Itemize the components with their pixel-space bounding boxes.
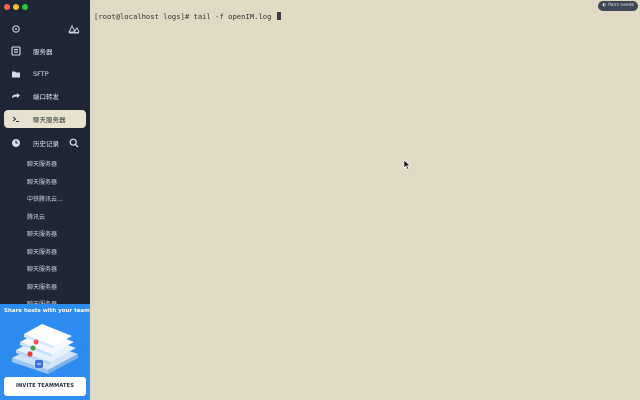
sidebar-item-chat-server[interactable]: 聊天服务器 [4,110,86,128]
history-item[interactable]: 聊天服务器 [0,279,90,297]
status-badge-label: Pairs needs [608,3,634,8]
new-host-icon[interactable] [67,22,81,36]
sidebar-item-label: SFTP [33,70,49,78]
history-item[interactable]: 聊天服务器 [0,261,90,279]
text-caret [276,12,281,20]
invite-teammates-button[interactable]: INVITE TEAMMATES [4,377,86,396]
history-list: 聊天服务器 聊天服务器 中铁腾讯云... 腾讯云 聊天服务器 聊天服务器 聊天服… [0,156,90,304]
settings-icon[interactable] [9,22,23,36]
history-header: 历史记录 [4,135,86,151]
terminal-pane[interactable]: [root@localhost logs]# tail -f openIM.lo… [90,0,640,400]
folder-icon [10,68,22,80]
sidebar-item-sftp[interactable]: SFTP [4,65,86,83]
status-badge[interactable]: ◐ Pairs needs [598,1,638,11]
history-label: 历史记录 [33,140,59,148]
close-window-button[interactable] [4,4,10,10]
history-item[interactable]: 聊天服务器 [0,296,90,304]
promo-title: Share hosts with your team [4,308,90,314]
sidebar-item-port-forwarding[interactable]: 端口转发 [4,87,86,105]
history-item[interactable]: 聊天服务器 [0,244,90,262]
history-item[interactable]: 聊天服务器 [0,174,90,192]
shared-hosts-illustration [12,324,78,374]
clock-icon [10,137,22,149]
mouse-pointer-icon [403,159,411,170]
terminal-prompt-line: [root@localhost logs]# tail -f openIM.lo… [94,12,281,21]
sidebar-item-label: 聊天服务器 [33,116,66,124]
history-item[interactable]: 腾讯云 [0,209,90,227]
history-item[interactable]: 聊天服务器 [0,226,90,244]
sidebar-item-servers[interactable]: 服务器 [4,42,86,60]
terminal-command-text: [root@localhost logs]# tail -f openIM.lo… [94,12,276,21]
team-promo-panel: Share hosts with your team INVITE TEAMMA… [0,304,90,400]
minimize-window-button[interactable] [13,4,19,10]
pair-icon: ◐ [602,3,607,8]
search-icon[interactable] [68,137,80,149]
sidebar-item-label: 服务器 [33,48,53,56]
history-item[interactable]: 中铁腾讯云... [0,191,90,209]
arrow-forward-icon [10,90,22,102]
sidebar-item-label: 端口转发 [33,93,59,101]
maximize-window-button[interactable] [22,4,28,10]
sidebar-toolbar [0,22,90,36]
sidebar: 服务器 SFTP 端口转发 聊天服务器 历史记录 聊天服务器 聊天服务器 中铁腾… [0,0,90,400]
window-titlebar [0,0,90,14]
terminal-icon [10,113,22,125]
history-item[interactable]: 聊天服务器 [0,156,90,174]
server-icon [10,45,22,57]
